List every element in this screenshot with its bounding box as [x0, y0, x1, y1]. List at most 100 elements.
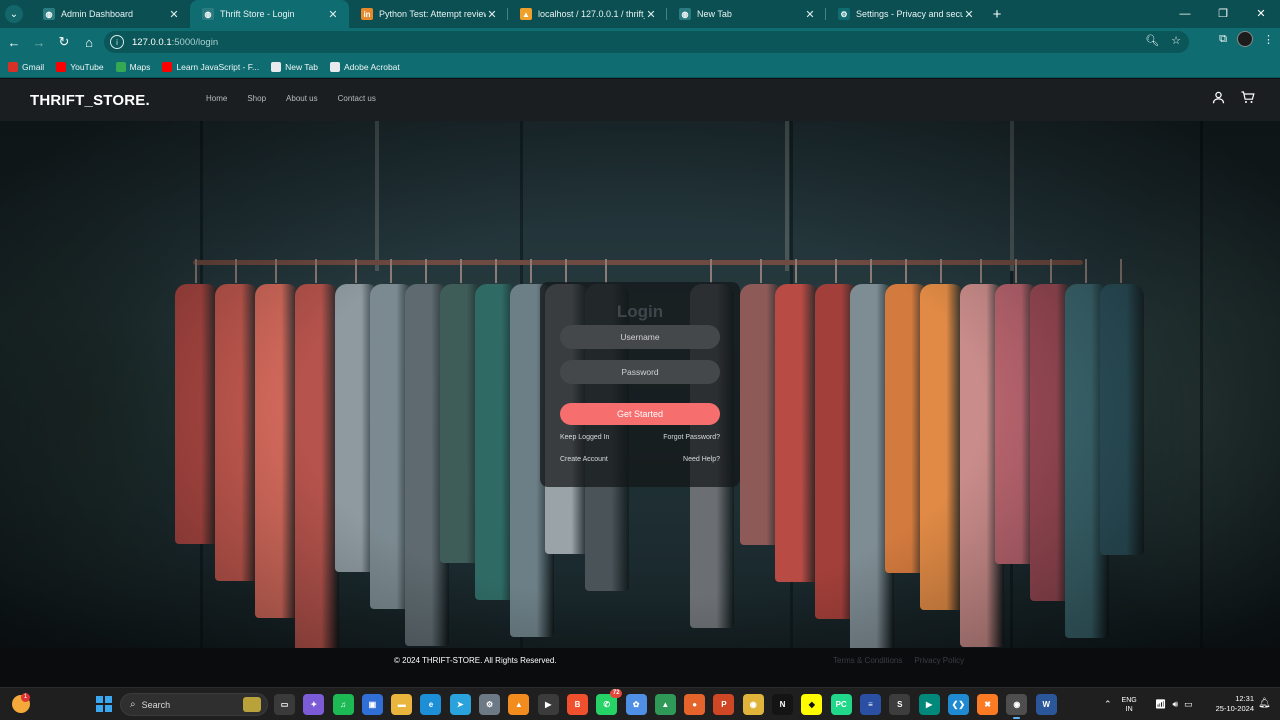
- bookmark-item[interactable]: YouTube: [56, 61, 104, 72]
- tab-search-menu-icon[interactable]: ⌄: [5, 5, 23, 23]
- address-bar[interactable]: i 127.0.0.1:5000/login 🔍︎ ☆: [104, 31, 1189, 53]
- bookmark-label: New Tab: [285, 61, 318, 72]
- vscode-icon[interactable]: ❮❯: [947, 694, 969, 715]
- copilot-icon[interactable]: ✦: [303, 694, 325, 715]
- spotify-icon[interactable]: ♫: [332, 694, 354, 715]
- new-tab-button[interactable]: +: [985, 6, 1009, 23]
- tab-close-icon[interactable]: ✕: [804, 8, 816, 21]
- browser-tab[interactable]: ⚙ Settings - Privacy and security✕: [826, 0, 985, 28]
- tab-close-icon[interactable]: ✕: [645, 8, 657, 21]
- cart-icon[interactable]: [1241, 91, 1255, 107]
- get-started-button[interactable]: Get Started: [560, 403, 720, 425]
- restore-icon[interactable]: ❐: [1204, 0, 1242, 28]
- browser-tab[interactable]: ◍ New Tab ✕: [667, 0, 826, 28]
- tab-close-icon[interactable]: ✕: [963, 8, 975, 21]
- chrome-active-icon[interactable]: ◉: [1006, 694, 1028, 719]
- sublime-icon[interactable]: S: [889, 694, 911, 715]
- brand-logo[interactable]: THRIFT_STORE.: [30, 92, 150, 109]
- bookmark-item[interactable]: Learn JavaScript - F...: [162, 61, 259, 72]
- pycharm-icon[interactable]: PC: [830, 694, 852, 715]
- browser-tab[interactable]: in Python Test: Attempt review ✕: [349, 0, 508, 28]
- tab-title: Settings - Privacy and security: [856, 9, 963, 19]
- whatsapp-icon[interactable]: ✆ 72: [596, 689, 623, 715]
- windows-start-icon[interactable]: [96, 696, 112, 712]
- keep-logged-in-option[interactable]: Keep Logged In: [560, 434, 609, 441]
- nav-link-contact-us[interactable]: Contact us: [338, 94, 376, 103]
- gear-icon: ⚙: [838, 8, 850, 20]
- browser-tab[interactable]: ◍ Thrift Store - Login ✕: [190, 0, 349, 28]
- file-explorer-icon[interactable]: ▬: [391, 694, 413, 715]
- clock[interactable]: 12:31 25-10-2024: [1210, 694, 1254, 714]
- chrome-icon[interactable]: ◉: [742, 694, 764, 715]
- media-player-icon[interactable]: ▶: [537, 694, 559, 715]
- back-icon[interactable]: ←: [3, 31, 25, 53]
- telegram-icon[interactable]: ➤: [449, 694, 471, 715]
- footer-link[interactable]: Privacy Policy: [914, 656, 964, 665]
- browser-tab[interactable]: ◍ Admin Dashboard ✕: [31, 0, 190, 28]
- need-help-link[interactable]: Need Help?: [683, 456, 720, 463]
- bookmark-label: Adobe Acrobat: [344, 61, 400, 72]
- settings-icon[interactable]: ⚙: [479, 694, 501, 715]
- username-input[interactable]: Username: [560, 325, 720, 349]
- edge-icon[interactable]: e: [420, 694, 442, 715]
- notification-bell-icon[interactable]: 🔔︎: [1258, 698, 1271, 709]
- bookmark-item[interactable]: Adobe Acrobat: [330, 61, 400, 72]
- quick-settings[interactable]: 📶︎ 🔊︎ ▭: [1155, 688, 1193, 720]
- windows-taskbar: 1 ⌕ Search ▭ ✦ ♫ ▣ ▬ e ➤ ⚙ ▲ ▶ B ✆ 72 ✿ ▲ ● P ◉ N ◆ PC ≡ S ▶ ❮❯ ✖…: [0, 687, 1280, 720]
- news-icon[interactable]: ≡: [859, 694, 881, 715]
- profile-avatar[interactable]: [1237, 31, 1253, 47]
- user-account-icon[interactable]: [1212, 91, 1225, 107]
- vlc-icon[interactable]: ▲: [508, 694, 530, 715]
- minimize-icon[interactable]: —: [1166, 0, 1204, 28]
- address-actions: 🔍︎ ☆: [1145, 34, 1181, 47]
- create-account-link[interactable]: Create Account: [560, 456, 608, 463]
- photos-icon[interactable]: ✿: [625, 694, 647, 715]
- bookmark-label: YouTube: [70, 61, 104, 72]
- nav-link-home[interactable]: Home: [206, 94, 227, 103]
- password-input[interactable]: Password: [560, 360, 720, 384]
- close-window-icon[interactable]: ✕: [1242, 0, 1280, 28]
- microsoft-store-icon[interactable]: ▣: [361, 694, 383, 715]
- meet-icon[interactable]: ▶: [918, 694, 940, 715]
- reload-icon[interactable]: ↻: [53, 31, 75, 53]
- nav-link-shop[interactable]: Shop: [247, 94, 266, 103]
- bookmark-item[interactable]: Maps: [115, 61, 151, 72]
- browser-menu-icon[interactable]: ⋮: [1263, 33, 1274, 46]
- netflix-icon[interactable]: N: [772, 694, 794, 715]
- snapchat-icon[interactable]: ◆: [801, 694, 823, 715]
- bookmark-item[interactable]: Gmail: [8, 61, 44, 72]
- bookmark-label: Maps: [129, 61, 151, 72]
- site-info-icon[interactable]: i: [110, 35, 124, 49]
- bookmark-item[interactable]: New Tab: [271, 61, 318, 72]
- taskbar-apps: ▭ ✦ ♫ ▣ ▬ e ➤ ⚙ ▲ ▶ B ✆ 72 ✿ ▲ ● P ◉ N ◆ PC ≡ S ▶ ❮❯ ✖ ◉ W: [274, 689, 1057, 719]
- address-url[interactable]: 127.0.0.1:5000/login: [132, 37, 218, 48]
- tab-close-icon[interactable]: ✕: [486, 8, 498, 21]
- forgot-password-link[interactable]: Forgot Password?: [663, 434, 720, 441]
- bookmark-star-icon[interactable]: ☆: [1171, 34, 1181, 47]
- tab-strip: ⌄ ◍ Admin Dashboard ✕ ◍ Thrift Store - Login…: [0, 0, 1280, 28]
- search-icon: ⌕: [130, 699, 136, 710]
- firefox-icon[interactable]: ●: [684, 694, 706, 715]
- forward-icon[interactable]: →: [28, 31, 50, 53]
- toolbar-actions: ⧉ ⋮: [1219, 31, 1274, 47]
- powerpoint-icon[interactable]: P: [713, 694, 735, 715]
- language-code: ENG: [1121, 696, 1137, 704]
- bookmark-favicon-icon: [8, 61, 18, 72]
- tab-close-icon[interactable]: ✕: [327, 8, 339, 21]
- zoom-icon[interactable]: 🔍︎: [1145, 34, 1159, 47]
- language-indicator[interactable]: ENG IN: [1122, 696, 1137, 714]
- word-icon[interactable]: W: [1035, 694, 1057, 715]
- brave-icon[interactable]: B: [566, 694, 588, 715]
- xampp-icon[interactable]: ✖: [977, 694, 999, 715]
- task-view-icon[interactable]: ▭: [274, 694, 295, 715]
- tab-close-icon[interactable]: ✕: [168, 8, 180, 21]
- browser-tab[interactable]: ▲ localhost / 127.0.0.1 / thrift_sto✕: [508, 0, 667, 28]
- taskbar-search[interactable]: ⌕ Search: [120, 693, 268, 716]
- home-icon[interactable]: ⌂: [78, 31, 100, 53]
- nav-link-about-us[interactable]: About us: [286, 94, 318, 103]
- image-viewer-icon[interactable]: ▲: [654, 694, 676, 715]
- extensions-icon[interactable]: ⧉: [1219, 33, 1227, 46]
- show-hidden-icons-icon[interactable]: ⌃: [1104, 699, 1112, 710]
- clock-date: 25-10-2024: [1215, 704, 1254, 713]
- footer-link[interactable]: Terms & Conditions: [833, 656, 902, 665]
